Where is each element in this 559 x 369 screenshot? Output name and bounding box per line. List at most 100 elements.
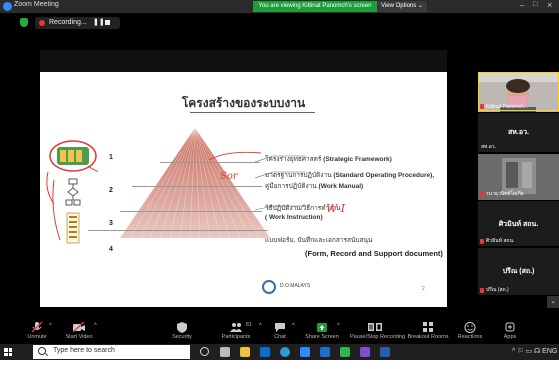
reactions-label: Reactions (457, 334, 483, 340)
pause-stop-icon (368, 323, 382, 331)
gallery-collapse-button[interactable]: ⌄ (547, 296, 559, 308)
maximize-icon[interactable]: □ (533, 1, 537, 8)
participant-display-name: ศิวมินท์ สถน. (498, 221, 539, 228)
participant-tile[interactable]: Kittinat Panomch... (478, 72, 559, 112)
window-title: Zoom Meeting (14, 1, 59, 8)
close-icon[interactable]: × (547, 0, 552, 10)
pause-stop-recording-button[interactable]: Pause/Stop Recording (350, 322, 406, 340)
file-explorer-icon[interactable] (240, 347, 250, 357)
mic-muted-icon (480, 288, 484, 293)
mic-muted-icon (480, 239, 484, 244)
participant-count: 81 (246, 322, 252, 328)
security-button[interactable]: Security (160, 322, 204, 340)
start-video-label: Start Video (65, 334, 93, 340)
video-options-caret-icon[interactable]: ^ (94, 323, 97, 329)
chat-caret-icon[interactable]: ^ (292, 323, 295, 329)
level-divider (132, 186, 262, 187)
shield-icon[interactable] (20, 18, 28, 27)
apps-label: Apps (503, 334, 517, 340)
participant-tile[interactable]: สห.อว. สห.อว. (478, 113, 559, 153)
participant-tile[interactable]: ปรีณ (สถ.) ปรีณ (สถ.) (478, 248, 559, 296)
word-app-icon[interactable] (380, 347, 390, 357)
task-view-icon[interactable] (220, 347, 230, 357)
level-divider (88, 230, 268, 231)
annotation-text: Sor (220, 171, 239, 182)
slide-header-band (40, 50, 447, 72)
participant-name: ศิวมินท์ สถน. (486, 238, 515, 244)
item-forms-records: (Form, Record and Support document) (305, 249, 443, 258)
screen-share-banner: You are viewing Kittinat Panomch's scree… (253, 1, 377, 12)
red-arrow-annotation (46, 171, 61, 241)
participant-display-name: สห.อว. (508, 129, 529, 136)
share-caret-icon[interactable]: ^ (337, 323, 340, 329)
start-tile (4, 348, 8, 352)
level-number: 1 (109, 154, 113, 161)
strategy-thumbnail-icon (49, 140, 98, 173)
shared-screen-slide: โครงสร้างของระบบงาน 1 2 3 4 โครงร่างยุทธ… (40, 50, 447, 307)
video-off-icon (73, 322, 85, 333)
minimize-icon[interactable]: – (520, 1, 524, 10)
level-divider (160, 162, 260, 163)
participants-label: Participants (221, 334, 251, 340)
logo-text: D.O.MALAYS (280, 283, 311, 289)
breakout-rooms-button[interactable]: Breakout Rooms (406, 322, 450, 340)
share-screen-icon (317, 323, 327, 332)
slide-page-number: 2 (422, 286, 425, 292)
pause-recording-button[interactable]: ❚❚ (93, 18, 105, 26)
item-forms-thai: แบบฟอร์ม, บันทึกและเอกสารสนับสนุน (265, 237, 373, 244)
store-icon[interactable] (260, 347, 270, 357)
taskbar-search-box[interactable]: Type here to search (33, 345, 190, 359)
level-divider (120, 211, 262, 212)
chat-bubble-icon (275, 323, 285, 332)
mic-muted-icon (480, 104, 484, 109)
participants-icon (230, 323, 242, 332)
unmute-button[interactable]: Unmute (15, 322, 59, 340)
participant-display-name: ปรีณ (สถ.) (502, 268, 535, 275)
organization-logo-icon (262, 280, 276, 294)
item-work-instruction: ( Work Instruction) (265, 214, 323, 221)
item-sop: มาตรฐานการปฏิบัติงาน (Standard Operating… (265, 172, 435, 179)
red-arrow-annotation (208, 151, 262, 161)
start-tile (8, 348, 12, 352)
reactions-button[interactable]: Reactions (448, 322, 492, 340)
recording-indicator: Recording... ❚❚ (35, 17, 120, 29)
pyramid-diagram (120, 128, 270, 239)
view-options-button[interactable]: View Options ⌄ (377, 1, 427, 12)
windows-start-icon[interactable] (4, 348, 12, 356)
security-label: Security (172, 334, 192, 340)
shield-icon (177, 322, 187, 333)
handwritten-sor-annotation: Sor (220, 171, 239, 182)
windows-taskbar: Type here to search ^ ⚐ ▭ ☊ ENG (0, 344, 559, 360)
line-app-icon[interactable] (340, 347, 350, 357)
audio-options-caret-icon[interactable]: ^ (49, 323, 52, 329)
meeting-controls-toolbar: Unmute ^ Start Video ^ Security Particip… (0, 322, 559, 344)
chat-button[interactable]: Chat (258, 322, 302, 340)
level-number: 2 (109, 187, 113, 194)
start-tile (8, 352, 12, 356)
mail-icon[interactable] (320, 347, 330, 357)
handwritten-wi-annotation: W I (326, 202, 346, 215)
unmute-label: Unmute (27, 334, 47, 340)
participant-name: ปรีณ (สถ.) (486, 287, 509, 293)
participant-tile[interactable]: รนาธุวนิตย์โอเกีย (478, 154, 559, 200)
recording-dot-icon (39, 20, 45, 26)
participant-name: สห.อว. (481, 144, 496, 150)
edge-browser-icon[interactable] (280, 347, 290, 357)
window-titlebar: Zoom Meeting You are viewing Kittinat Pa… (0, 0, 559, 13)
system-tray[interactable]: ^ ⚐ ▭ ☊ ENG (512, 347, 557, 355)
microphone-muted-icon (31, 322, 43, 333)
zoom-taskbar-icon[interactable] (300, 347, 310, 357)
apps-button[interactable]: Apps (488, 322, 532, 340)
cortana-icon[interactable] (200, 347, 209, 356)
apps-icon (505, 322, 515, 332)
mic-muted-icon (480, 192, 484, 197)
item-strategic-framework: โครงร่างยุทธศาสตร์ (Strategic Framework) (265, 156, 392, 163)
notes-app-icon[interactable] (360, 347, 370, 357)
pause-stop-recording-label: Pause/Stop Recording (350, 334, 406, 340)
stop-recording-button[interactable] (105, 20, 110, 25)
search-placeholder: Type here to search (53, 347, 115, 354)
share-screen-label: Share Screen (305, 334, 339, 340)
start-tile (4, 352, 8, 356)
level-number: 4 (109, 246, 113, 253)
participant-tile[interactable]: ศิวมินท์ สถน. ศิวมินท์ สถน. (478, 201, 559, 247)
